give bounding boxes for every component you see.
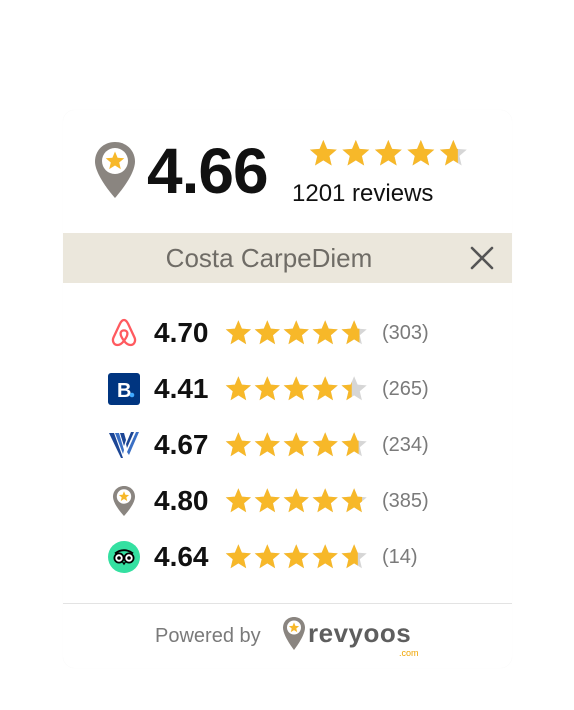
platform-row-tripadvisor: 4.64 (14) bbox=[107, 537, 487, 577]
platform-review-count: (303) bbox=[382, 322, 429, 344]
platform-score: 4.67 bbox=[154, 429, 209, 460]
booking-icon: B bbox=[108, 373, 140, 405]
platform-review-count: (14) bbox=[382, 546, 418, 568]
powered-by-label: Powered by bbox=[155, 625, 261, 647]
star-filled bbox=[225, 544, 251, 569]
property-name-bar: Costa CarpeDiem bbox=[63, 233, 512, 283]
vrbo-icon bbox=[109, 432, 139, 458]
star-filled bbox=[312, 320, 338, 345]
platform-row-airbnb: 4.70 (303) bbox=[107, 313, 487, 353]
star-filled bbox=[342, 139, 370, 166]
revyoos-logo-pin-icon bbox=[283, 617, 305, 650]
star-filled bbox=[254, 376, 280, 401]
svg-text:B: B bbox=[117, 380, 131, 402]
star-filled bbox=[309, 139, 337, 166]
star-filled bbox=[312, 432, 338, 457]
platform-row-booking: B 4.41 (265) bbox=[107, 369, 487, 409]
close-icon[interactable] bbox=[470, 246, 494, 270]
property-name: Costa CarpeDiem bbox=[165, 243, 373, 273]
platform-score: 4.80 bbox=[154, 485, 209, 516]
platform-row-vrbo: 4.67 (234) bbox=[107, 425, 487, 465]
star-filled bbox=[374, 139, 402, 166]
star-filled bbox=[407, 139, 435, 166]
overall-star-rating bbox=[309, 139, 467, 166]
star-filled bbox=[254, 544, 280, 569]
star-filled bbox=[312, 376, 338, 401]
star-filled bbox=[254, 432, 280, 457]
platform-row-revyoos: 4.80 (385) bbox=[107, 481, 487, 521]
star-filled bbox=[225, 432, 251, 457]
platform-star-rating bbox=[225, 320, 367, 345]
star-filled bbox=[254, 488, 280, 513]
revyoos-pin-icon bbox=[113, 486, 135, 516]
revyoos-logo-suffix: .com bbox=[399, 648, 419, 658]
star-filled bbox=[283, 544, 309, 569]
star-filled bbox=[254, 320, 280, 345]
airbnb-icon bbox=[111, 318, 137, 347]
summary-header: 4.66 1201 reviews bbox=[63, 110, 512, 230]
platform-score: 4.41 bbox=[154, 373, 209, 404]
total-reviews: 1201 reviews bbox=[292, 180, 434, 207]
platform-star-rating bbox=[225, 376, 367, 401]
star-filled bbox=[283, 376, 309, 401]
platform-review-count: (265) bbox=[382, 378, 429, 400]
platform-review-count: (234) bbox=[382, 434, 429, 456]
platform-score: 4.70 bbox=[154, 317, 209, 348]
rating-card: 4.66 1201 reviews Costa CarpeDiem 4.70 (… bbox=[63, 110, 512, 668]
platform-score: 4.64 bbox=[154, 541, 209, 572]
star-filled bbox=[283, 320, 309, 345]
star-filled bbox=[225, 488, 251, 513]
star-filled bbox=[225, 320, 251, 345]
platform-star-rating bbox=[225, 432, 367, 457]
platform-review-count: (385) bbox=[382, 490, 429, 512]
platform-star-rating bbox=[225, 488, 367, 513]
star-filled bbox=[225, 376, 251, 401]
star-filled bbox=[283, 432, 309, 457]
star-filled bbox=[312, 544, 338, 569]
overall-score: 4.66 bbox=[147, 135, 269, 207]
location-star-pin-icon bbox=[95, 142, 135, 198]
platform-star-rating bbox=[225, 544, 367, 569]
powered-by-footer[interactable]: Powered by revyoos .com bbox=[63, 604, 512, 668]
star-filled bbox=[312, 488, 338, 513]
tripadvisor-icon bbox=[108, 541, 140, 573]
star-filled bbox=[283, 488, 309, 513]
revyoos-logo-text: revyoos bbox=[308, 618, 412, 648]
